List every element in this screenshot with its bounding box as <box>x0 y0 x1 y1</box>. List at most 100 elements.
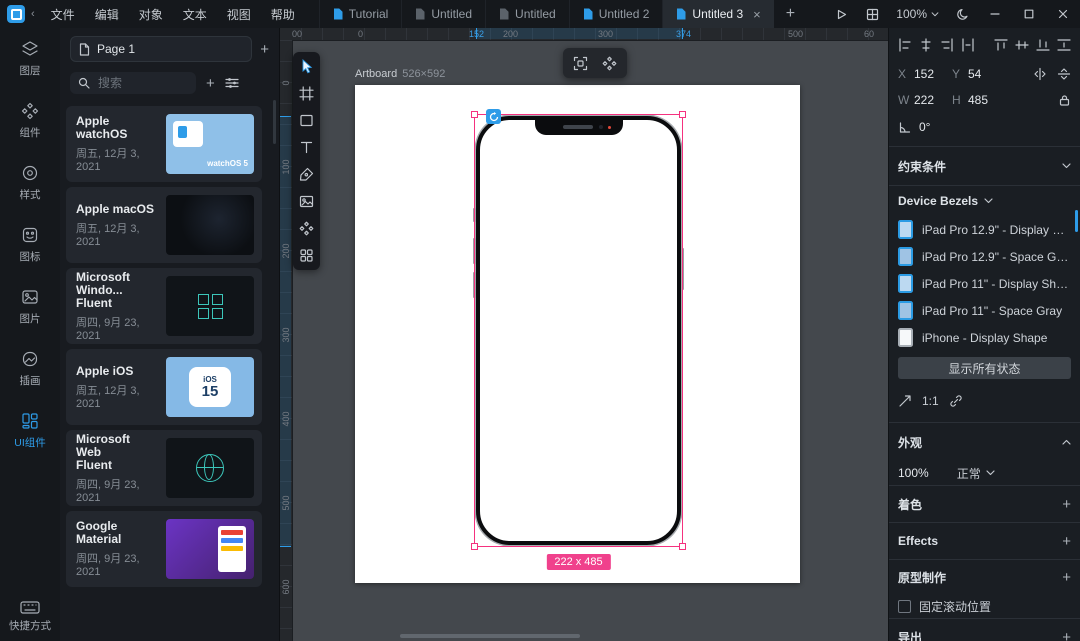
export-section-header[interactable]: 导出 + <box>898 619 1071 641</box>
list-item-google-material[interactable]: Google Material 周四, 9月 23, 2021 <box>66 511 262 587</box>
effects-section-header[interactable]: Effects + <box>898 523 1071 559</box>
add-page-button[interactable]: + <box>260 42 269 57</box>
search-box[interactable] <box>70 72 196 94</box>
tab-untitled-1[interactable]: Untitled <box>401 0 485 28</box>
constraints-section-header[interactable]: 约束条件 <box>898 147 1071 185</box>
zoom-control[interactable]: 100% <box>888 7 947 21</box>
width-field[interactable]: 222 <box>914 93 952 107</box>
rail-item-styles[interactable]: 样式 <box>20 164 41 202</box>
rail-item-shortcuts[interactable]: 快捷方式 <box>9 601 51 633</box>
unlink-icon[interactable] <box>949 394 963 408</box>
image-tool-icon[interactable] <box>299 194 314 209</box>
menu-help[interactable]: 帮助 <box>261 0 305 28</box>
components-tool-icon[interactable] <box>299 221 314 236</box>
add-export-icon[interactable]: + <box>1062 630 1071 641</box>
bezel-variant-row[interactable]: iPad Pro 11" - Display Shape <box>898 270 1071 297</box>
fix-scroll-checkbox[interactable] <box>898 600 911 613</box>
add-tint-icon[interactable]: + <box>1062 497 1071 512</box>
align-center-h-icon[interactable] <box>919 38 933 52</box>
flip-horizontal-icon[interactable] <box>1033 67 1047 81</box>
app-logo-icon[interactable] <box>7 5 25 23</box>
vertical-ruler[interactable]: 0 100 200 300 400 500 600 <box>280 40 293 641</box>
component-icon[interactable] <box>602 56 617 71</box>
align-right-icon[interactable] <box>940 38 954 52</box>
add-effect-icon[interactable]: + <box>1062 534 1071 549</box>
list-item-microsoft-windows-fluent[interactable]: Microsoft Windo... Fluent 周四, 9月 23, 202… <box>66 268 262 344</box>
add-prototype-icon[interactable]: + <box>1062 570 1071 585</box>
appearance-section-header[interactable]: 外观 <box>898 423 1071 461</box>
layout-grid-tool-icon[interactable] <box>299 248 314 263</box>
filter-button[interactable] <box>225 77 239 89</box>
list-item-apple-macos[interactable]: Apple macOS 周五, 12月 3, 2021 <box>66 187 262 263</box>
pen-tool-icon[interactable] <box>299 167 314 182</box>
y-field[interactable]: 54 <box>968 67 1006 81</box>
rail-item-layers[interactable]: 图层 <box>20 40 41 78</box>
align-left-icon[interactable] <box>898 38 912 52</box>
bezel-variant-row[interactable]: iPad Pro 12.9" - Display Shape <box>898 216 1071 243</box>
menu-view[interactable]: 视图 <box>217 0 261 28</box>
page-selector[interactable]: Page 1 <box>70 36 252 62</box>
canvas[interactable]: 100 0 152 200 300 374 500 60 0 100 200 3… <box>280 28 888 641</box>
x-field[interactable]: 152 <box>914 67 952 81</box>
artboard-label[interactable]: Artboard 526×592 <box>355 68 445 80</box>
rail-item-illustrations[interactable]: 插画 <box>20 350 41 388</box>
rail-item-icons[interactable]: 图标 <box>20 226 41 264</box>
prototype-section-header[interactable]: 原型制作 + <box>898 560 1071 594</box>
rail-item-components[interactable]: 组件 <box>20 102 41 140</box>
align-center-v-icon[interactable] <box>1015 38 1029 52</box>
scale-value[interactable]: 1:1 <box>922 394 939 408</box>
select-tool-icon[interactable] <box>299 59 314 74</box>
library-scrollbar[interactable] <box>273 100 276 144</box>
iphone-bezel-object[interactable]: 222 x 485 <box>476 116 681 545</box>
tab-untitled-2[interactable]: Untitled <box>485 0 569 28</box>
menu-file[interactable]: 文件 <box>41 0 85 28</box>
rectangle-tool-icon[interactable] <box>299 113 314 128</box>
device-bezels-section-header[interactable]: Device Bezels <box>898 186 1071 216</box>
flip-vertical-icon[interactable] <box>1057 67 1071 81</box>
maximize-button[interactable] <box>1012 0 1046 28</box>
menu-text[interactable]: 文本 <box>173 0 217 28</box>
rotation-field[interactable]: 0° <box>919 120 957 134</box>
rotate-badge[interactable] <box>486 109 501 124</box>
distribute-h-icon[interactable] <box>961 38 975 52</box>
minimize-button[interactable] <box>978 0 1012 28</box>
bezel-variant-row[interactable]: iPad Pro 11" - Space Gray <box>898 297 1071 324</box>
menu-edit[interactable]: 编辑 <box>85 0 129 28</box>
horizontal-ruler[interactable]: 100 0 152 200 300 374 500 60 <box>280 28 888 41</box>
tint-section-header[interactable]: 着色 + <box>898 486 1071 522</box>
align-top-icon[interactable] <box>994 38 1008 52</box>
menu-collapse-icon[interactable]: ‹ <box>31 8 35 20</box>
present-button[interactable] <box>826 0 857 28</box>
tab-tutorial[interactable]: Tutorial <box>319 0 402 28</box>
height-field[interactable]: 485 <box>968 93 1006 107</box>
bezel-variant-row[interactable]: iPad Pro 12.9" - Space Gray <box>898 243 1071 270</box>
inspector-scrollbar[interactable] <box>1075 210 1079 232</box>
add-library-button[interactable]: + <box>206 76 215 91</box>
pixel-grid-button[interactable] <box>857 0 888 28</box>
blend-mode-select[interactable]: 正常 <box>957 465 995 482</box>
theme-toggle-button[interactable] <box>947 0 978 28</box>
tab-untitled-4-active[interactable]: Untitled 3 × <box>662 0 773 28</box>
new-tab-button[interactable]: + <box>774 0 807 28</box>
rail-item-ui-kits[interactable]: UI组件 <box>14 412 46 450</box>
close-button[interactable] <box>1046 0 1080 28</box>
tab-untitled-3[interactable]: Untitled 2 <box>569 0 663 28</box>
list-item-apple-ios[interactable]: Apple iOS 周五, 12月 3, 2021 iOS 15 <box>66 349 262 425</box>
bezel-variant-row[interactable]: iPhone - Display Shape <box>898 324 1071 351</box>
lock-ratio-icon[interactable] <box>1058 94 1071 107</box>
canvas-horizontal-scrollbar[interactable] <box>400 634 580 638</box>
text-tool-icon[interactable] <box>299 140 314 155</box>
rail-item-photos[interactable]: 图片 <box>20 288 41 326</box>
show-all-states-button[interactable]: 显示所有状态 <box>898 357 1071 379</box>
search-input[interactable] <box>96 75 180 91</box>
zoom-selection-icon[interactable] <box>573 56 588 71</box>
list-item-apple-watchos[interactable]: Apple watchOS 周五, 12月 3, 2021 watchOS 5 <box>66 106 262 182</box>
menu-object[interactable]: 对象 <box>129 0 173 28</box>
list-item-microsoft-web-fluent[interactable]: Microsoft Web Fluent 周四, 9月 23, 2021 <box>66 430 262 506</box>
opacity-field[interactable]: 100% <box>898 466 929 480</box>
close-tab-icon[interactable]: × <box>753 8 761 21</box>
scale-icon[interactable] <box>898 394 912 408</box>
frame-tool-icon[interactable] <box>299 86 314 101</box>
align-bottom-icon[interactable] <box>1036 38 1050 52</box>
distribute-v-icon[interactable] <box>1057 38 1071 52</box>
